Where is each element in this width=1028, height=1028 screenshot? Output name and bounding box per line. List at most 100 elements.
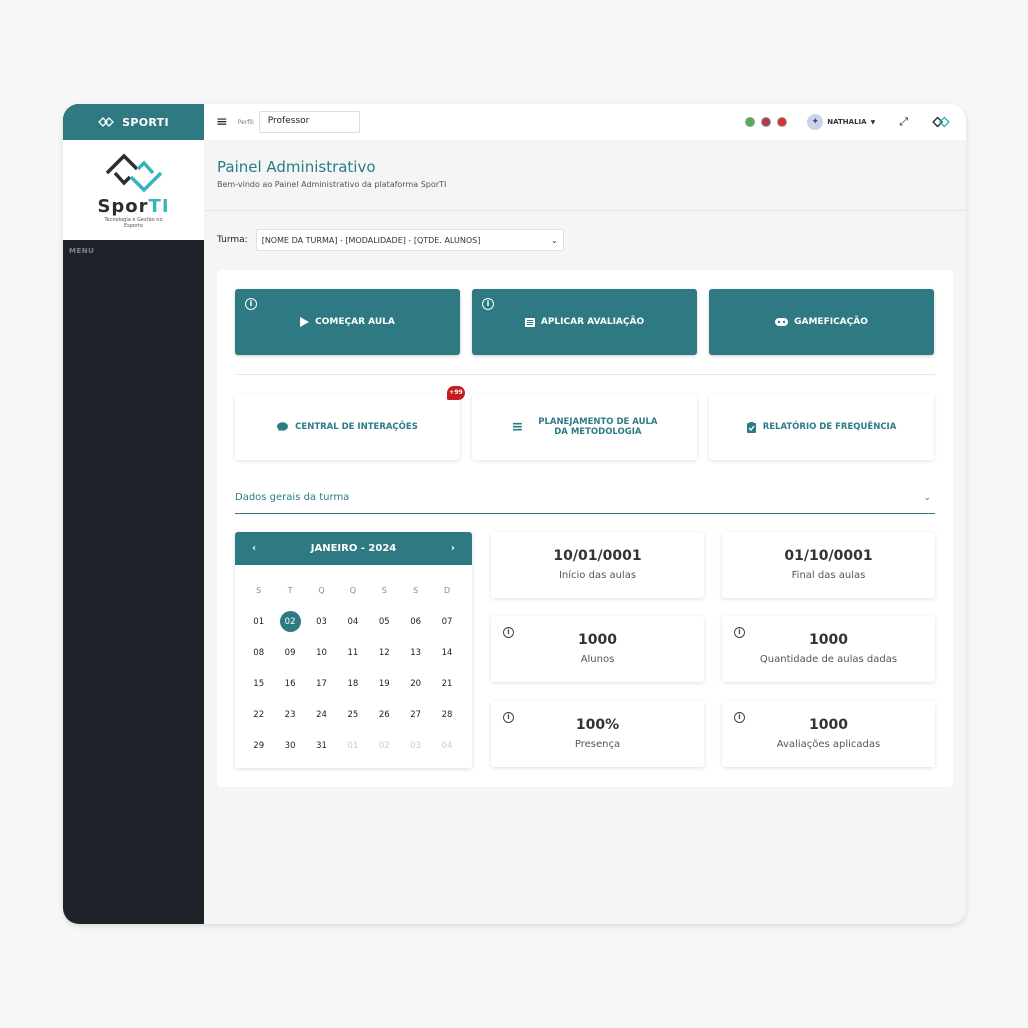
relatorio-label: RELATÓRIO DE FREQUÊNCIA xyxy=(762,422,897,432)
calendar-day[interactable]: 09 xyxy=(274,637,305,668)
sidebar-title: SPORTI xyxy=(122,115,169,129)
info-icon[interactable]: i xyxy=(245,298,257,310)
main-panel: i COMEÇAR AULA i APLICAR AVALIAÇÃO GAMEF… xyxy=(217,270,953,787)
calendar-day[interactable]: 13 xyxy=(400,637,431,668)
calendar-day[interactable]: 14 xyxy=(431,637,462,668)
calendar-day[interactable]: 26 xyxy=(369,699,400,730)
play-icon xyxy=(300,317,310,327)
calendar-day[interactable]: 10 xyxy=(306,637,337,668)
calendar-day[interactable]: 08 xyxy=(243,637,274,668)
sidebar: SPORTI SporTI Tecnologia e Gestão no Esp… xyxy=(63,104,204,924)
stat-value: 100% xyxy=(575,717,620,733)
turma-value: [NOME DA TURMA] - [MODALIDADE] - [QTDE. … xyxy=(261,235,481,245)
central-interacoes-button[interactable]: +99 CENTRAL DE INTERAÇÕES xyxy=(235,386,465,460)
stat-final-card: 01/10/0001 Final das aulas xyxy=(722,532,935,598)
stat-value: 1000 xyxy=(578,632,617,648)
perfil-label: Perfil: xyxy=(237,118,255,126)
stat-avaliacoes-card: i 1000 Avaliações aplicadas xyxy=(722,701,935,767)
info-icon[interactable]: i xyxy=(482,298,494,310)
gamepad-icon xyxy=(775,318,789,326)
stat-value: 10/01/0001 xyxy=(553,548,642,564)
page-subtitle: Bem-vindo ao Painel Administrativo da pl… xyxy=(217,180,447,189)
flag-usa-icon[interactable] xyxy=(761,117,772,127)
comecar-aula-label: COMEÇAR AULA xyxy=(315,317,395,327)
stat-value: 01/10/0001 xyxy=(784,548,873,564)
calendar-day[interactable]: 30 xyxy=(274,730,305,761)
turma-row: Turma: [NOME DA TURMA] - [MODALIDADE] - … xyxy=(217,229,564,251)
chevron-down-icon: ⌄ xyxy=(923,492,931,503)
calendar-day[interactable]: 16 xyxy=(274,668,305,699)
calendar-day[interactable]: 06 xyxy=(400,606,431,637)
info-icon[interactable]: i xyxy=(503,627,514,638)
logo-tagline: Tecnologia e Gestão no Esporte xyxy=(104,216,163,229)
logo-icon[interactable] xyxy=(932,116,950,128)
planejamento-button[interactable]: ≡ PLANEJAMENTO DE AULA DA METODOLOGIA xyxy=(472,394,697,460)
turma-select[interactable]: [NOME DA TURMA] - [MODALIDADE] - [QTDE. … xyxy=(255,229,564,251)
calendar-day[interactable]: 04 xyxy=(431,730,462,761)
sidebar-logo: SporTI Tecnologia e Gestão no Esporte xyxy=(63,140,204,240)
chevron-down-icon: ⌄ xyxy=(551,235,558,245)
calendar-day[interactable]: 29 xyxy=(243,730,274,761)
calendar-day[interactable]: 20 xyxy=(400,668,431,699)
calendar-day[interactable]: 12 xyxy=(369,637,400,668)
calendar-day[interactable]: 25 xyxy=(337,699,368,730)
calendar-day[interactable]: 17 xyxy=(306,668,337,699)
chat-icon xyxy=(277,422,289,431)
stat-label: Presença xyxy=(574,739,621,750)
planejamento-label: PLANEJAMENTO DE AULA DA METODOLOGIA xyxy=(538,417,658,437)
sidebar-header[interactable]: SPORTI xyxy=(63,104,204,140)
calendar-day[interactable]: 02 xyxy=(369,730,400,761)
hamburger-icon[interactable]: ≡ xyxy=(216,114,228,130)
calendar-day[interactable]: 28 xyxy=(431,699,462,730)
divider xyxy=(235,374,935,375)
chevron-right-icon[interactable]: › xyxy=(451,543,455,554)
calendar-day[interactable]: 04 xyxy=(337,606,368,637)
calendar-weekday: D xyxy=(443,586,451,595)
calendar-day[interactable]: 19 xyxy=(369,668,400,699)
calendar-day[interactable]: 31 xyxy=(306,730,337,761)
calendar-day[interactable]: 23 xyxy=(274,699,305,730)
calendar-day[interactable]: 01 xyxy=(337,730,368,761)
calendar-day[interactable]: 27 xyxy=(400,699,431,730)
menu-label: MENU xyxy=(69,247,95,255)
user-menu[interactable]: ✦ NATHALIA ▼ xyxy=(807,114,875,130)
calendar-day[interactable]: 11 xyxy=(337,637,368,668)
comecar-aula-button[interactable]: i COMEÇAR AULA xyxy=(235,289,460,355)
calendar-day[interactable]: 05 xyxy=(369,606,400,637)
calendar-day[interactable]: 21 xyxy=(431,668,462,699)
flag-spain-icon[interactable] xyxy=(777,117,788,127)
flag-brazil-icon[interactable] xyxy=(745,117,756,127)
aplicar-avaliacao-label: APLICAR AVALIAÇÃO xyxy=(540,317,645,327)
chevron-left-icon[interactable]: ‹ xyxy=(252,543,256,554)
avatar: ✦ xyxy=(807,114,824,130)
calendar: ‹ JANEIRO - 2024 › S T Q Q S S D 01 02 03 04 05 06 07… xyxy=(235,532,472,768)
relatorio-frequencia-button[interactable]: RELATÓRIO DE FREQUÊNCIA xyxy=(709,394,934,460)
gameficacao-button[interactable]: GAMEFICAÇÃO xyxy=(709,289,934,355)
stat-label: Avaliações aplicadas xyxy=(776,739,881,750)
stat-value: 1000 xyxy=(809,632,848,648)
accordion-title: Dados gerais da turma xyxy=(235,492,350,503)
calendar-day[interactable]: 03 xyxy=(306,606,337,637)
calendar-day[interactable]: 22 xyxy=(243,699,274,730)
stat-label: Final das aulas xyxy=(791,570,866,581)
menu-lines-icon: ≡ xyxy=(511,419,524,435)
page-header: Painel Administrativo Bem-vindo ao Paine… xyxy=(204,140,966,211)
calendar-day[interactable]: 15 xyxy=(243,668,274,699)
aplicar-avaliacao-button[interactable]: i APLICAR AVALIAÇÃO xyxy=(472,289,697,355)
calendar-weekday: Q xyxy=(318,586,325,595)
info-icon[interactable]: i xyxy=(734,627,745,638)
stat-label: Quantidade de aulas dadas xyxy=(759,654,898,665)
calendar-day[interactable]: 18 xyxy=(337,668,368,699)
perfil-select[interactable]: Professor xyxy=(258,111,360,133)
calendar-day[interactable]: 07 xyxy=(431,606,462,637)
calendar-day[interactable]: 03 xyxy=(400,730,431,761)
info-icon[interactable]: i xyxy=(734,712,745,723)
stat-alunos-card: i 1000 Alunos xyxy=(491,616,704,682)
dados-gerais-accordion[interactable]: Dados gerais da turma ⌄ xyxy=(235,482,935,514)
stat-value: 1000 xyxy=(809,717,848,733)
calendar-day[interactable]: 01 xyxy=(243,606,274,637)
expand-icon[interactable]: ⤢ xyxy=(899,115,908,129)
calendar-day[interactable]: 24 xyxy=(306,699,337,730)
info-icon[interactable]: i xyxy=(503,712,514,723)
calendar-day[interactable]: 02 xyxy=(274,606,305,637)
